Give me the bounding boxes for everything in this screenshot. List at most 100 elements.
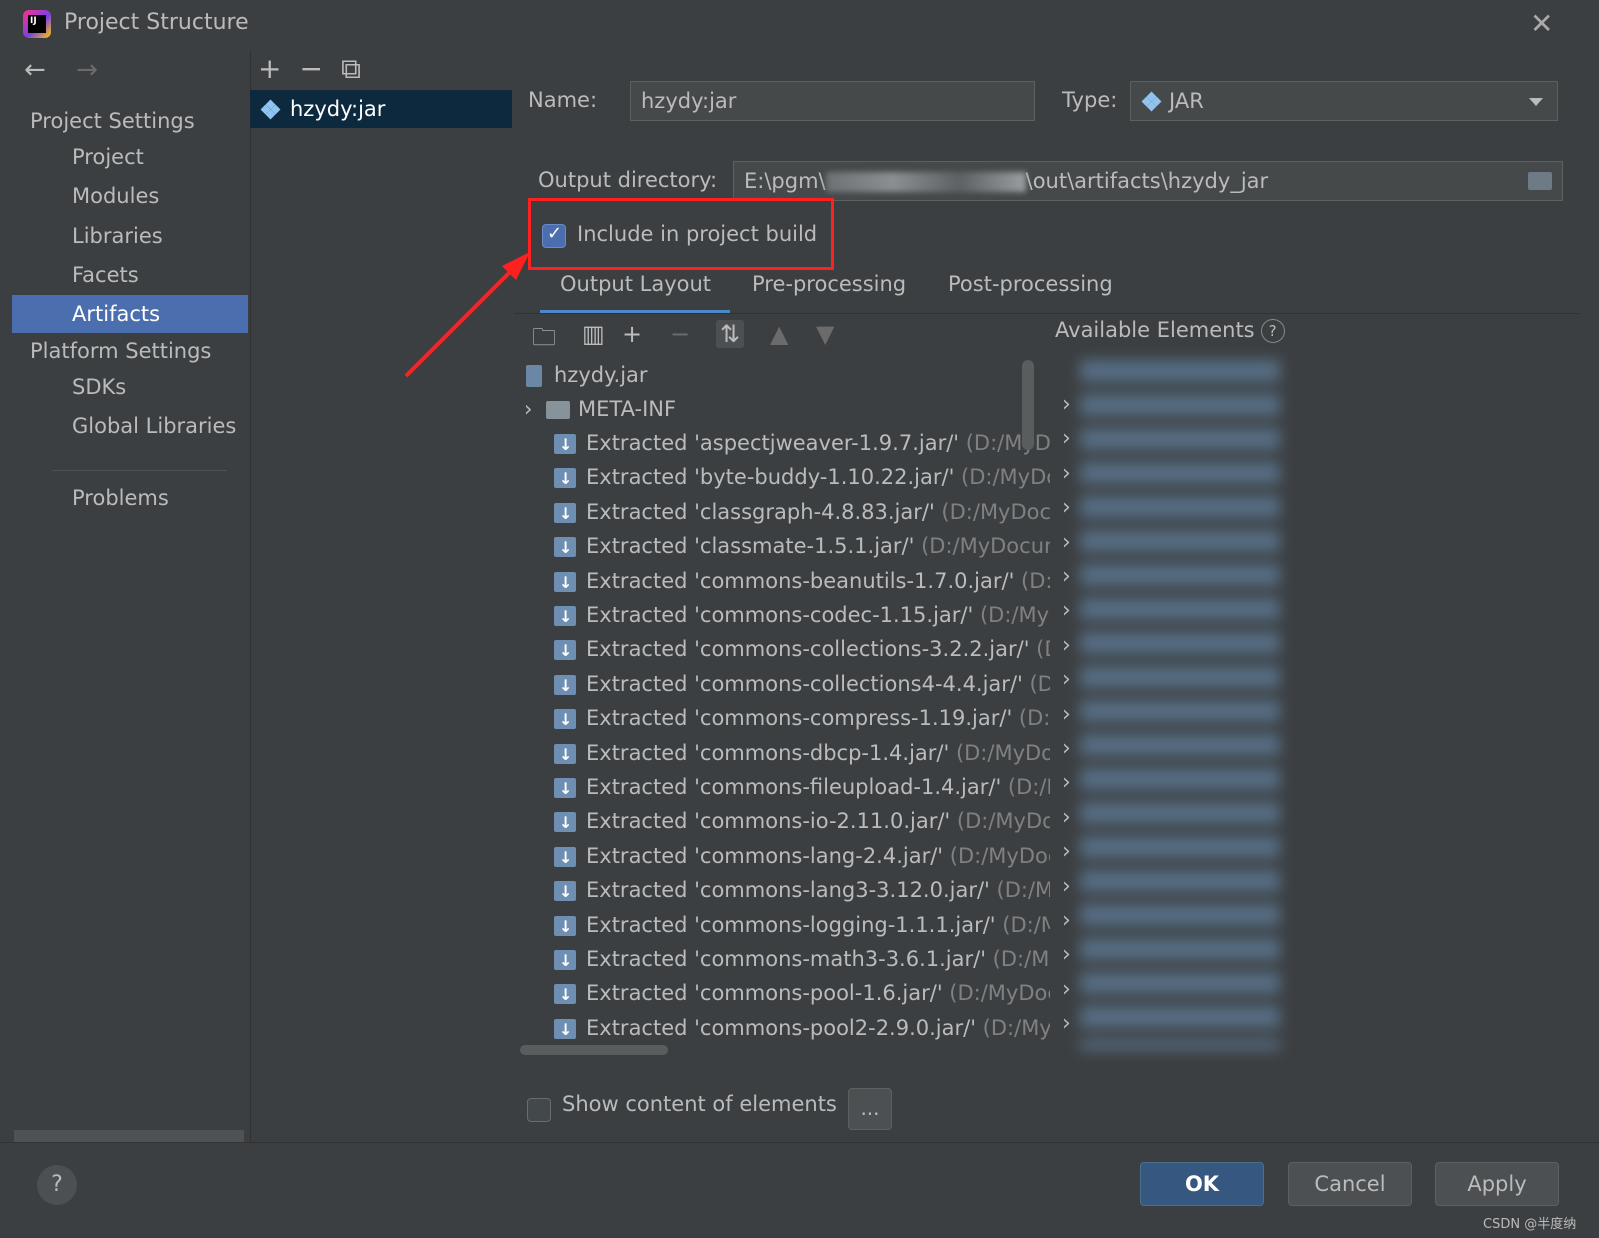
artifact-item-hzydy-jar[interactable]: hzydy:jar [250,90,512,128]
tree-row[interactable]: Extracted 'commons-io-2.11.0.jar/' (D:/M… [520,804,1050,840]
sidebar-item-artifacts[interactable]: Artifacts [12,295,248,333]
sidebar-item-sdks[interactable]: SDKs [12,368,248,406]
tree-row-name: Extracted 'commons-math3-3.6.1.jar/' [586,947,986,971]
tree-row-name: Extracted 'commons-io-2.11.0.jar/' [586,809,951,834]
ok-button[interactable]: OK [1140,1162,1264,1206]
tree-horizontal-scrollbar[interactable] [520,1045,668,1055]
output-directory-input[interactable]: E:\pgm\ \out\artifacts\hzydy_jar [733,161,1563,201]
chevron-right-icon[interactable]: › [1062,770,1071,795]
tree-row[interactable]: Extracted 'commons-collections4-4.4.jar/… [520,667,1050,703]
chevron-right-icon[interactable]: › [1062,839,1071,864]
tree-row[interactable]: Extracted 'commons-fileupload-1.4.jar/' … [520,770,1050,806]
sidebar-item-global-libraries[interactable]: Global Libraries [12,407,248,445]
sidebar-item-facets[interactable]: Facets [12,256,248,294]
tree-row[interactable]: Extracted 'byte-buddy-1.10.22.jar/' (D:/… [520,460,1050,496]
add-copy-icon[interactable]: + [622,320,642,348]
move-down-icon[interactable]: ▼ [816,320,834,348]
type-select[interactable]: JAR [1130,81,1558,121]
apply-button[interactable]: Apply [1435,1162,1559,1206]
tree-row[interactable]: Extracted 'commons-codec-1.15.jar/' (D:/… [520,598,1050,634]
tab-post-processing[interactable]: Post-processing [948,272,1113,296]
chevron-right-icon[interactable]: › [1062,736,1071,761]
tree-row-name: Extracted 'commons-logging-1.1.1.jar/' [586,912,996,937]
tree-root-row[interactable]: hzydy.jar [520,358,1050,392]
chevron-right-icon[interactable]: › [1062,495,1071,520]
chevron-right-icon[interactable]: › [1062,564,1071,589]
help-button[interactable]: ? [37,1165,77,1205]
tree-scrollbar[interactable] [1022,360,1034,450]
tree-row[interactable]: Extracted 'commons-beanutils-1.7.0.jar/'… [520,564,1050,600]
remove-element-icon[interactable]: − [670,320,690,348]
tree-row[interactable]: Extracted 'commons-compress-1.19.jar/' (… [520,701,1050,737]
artifact-jar-icon [260,99,281,120]
tree-row[interactable]: Extracted 'commons-pool2-2.9.0.jar/' (D:… [520,1011,1050,1047]
chevron-right-icon[interactable]: › [524,392,546,426]
add-icon[interactable]: + [258,52,281,85]
tab-output-layout[interactable]: Output Layout [560,272,711,296]
forward-arrow-icon[interactable]: → [76,55,98,85]
extracted-jar-icon [554,1013,576,1047]
tab-pre-processing[interactable]: Pre-processing [752,272,906,296]
extracted-jar-icon [554,841,576,875]
more-options-button[interactable]: ... [848,1088,892,1130]
chevron-right-icon[interactable]: › [1062,1011,1071,1036]
chevron-right-icon[interactable]: › [1062,598,1071,623]
folder-browse-icon[interactable] [1528,172,1552,190]
show-content-checkbox[interactable] [527,1098,551,1122]
move-up-icon[interactable]: ▲ [770,320,788,348]
chevron-right-icon[interactable]: › [1062,702,1071,727]
tree-row-name: Extracted 'commons-fileupload-1.4.jar/' [586,775,1002,799]
new-directory-icon[interactable]: 🗀 [532,320,556,361]
chevron-right-icon[interactable]: › [1062,977,1071,1002]
chevron-right-icon[interactable]: › [1062,908,1071,933]
extracted-jar-icon [554,738,576,772]
create-archive-icon[interactable]: ▥ [582,320,605,348]
chevron-down-icon [1529,98,1543,106]
extracted-jar-icon [554,566,576,600]
remove-icon[interactable]: − [299,52,322,85]
chevron-right-icon[interactable]: › [1062,392,1071,417]
tree-row[interactable]: Extracted 'commons-math3-3.6.1.jar/' (D:… [520,942,1050,978]
chevron-right-icon[interactable]: › [1062,667,1071,692]
sidebar-item-project[interactable]: Project [12,138,248,176]
tree-row-path: (D:/MyDoc [943,843,1050,868]
back-arrow-icon[interactable]: ← [24,55,46,85]
tree-row[interactable]: Extracted 'commons-collections-3.2.2.jar… [520,632,1050,668]
extracted-jar-icon [554,944,576,978]
copy-icon[interactable]: ⧉ [341,52,361,86]
title-bar: Project Structure ✕ [0,0,1599,50]
chevron-right-icon[interactable]: › [1062,530,1071,555]
tree-row[interactable]: Extracted 'classgraph-4.8.83.jar/' (D:/M… [520,495,1050,531]
chevron-right-icon[interactable]: › [1062,461,1071,486]
chevron-right-icon[interactable]: › [1062,426,1071,451]
chevron-right-icon[interactable]: › [1062,874,1071,899]
tree-row-path: (D:/ [1029,671,1050,696]
sidebar-item-modules[interactable]: Modules [12,177,248,215]
chevron-right-icon[interactable]: › [1062,633,1071,658]
cancel-button[interactable]: Cancel [1288,1162,1412,1206]
close-icon[interactable]: ✕ [1530,10,1553,38]
tree-row[interactable]: Extracted 'classmate-1.5.1.jar/' (D:/MyD… [520,529,1050,565]
sidebar-item-libraries[interactable]: Libraries [12,217,248,255]
tree-row[interactable]: Extracted 'commons-lang-2.4.jar/' (D:/My… [520,839,1050,875]
sidebar-item-problems[interactable]: Problems [12,479,248,517]
tree-row[interactable]: Extracted 'commons-logging-1.1.1.jar/' (… [520,908,1050,944]
chevron-right-icon[interactable]: › [1062,805,1071,830]
sidebar-scrollbar[interactable] [14,1130,244,1142]
chevron-right-icon[interactable]: › [1062,942,1071,967]
tree-row[interactable]: Extracted 'commons-lang3-3.12.0.jar/' (D… [520,873,1050,909]
name-input[interactable]: hzydy:jar [630,81,1035,121]
tree-row-name: Extracted 'commons-dbcp-1.4.jar/' [586,740,950,765]
sort-icon[interactable]: ⇅ [716,320,745,348]
tree-root-label: hzydy.jar [554,363,648,387]
extracted-jar-icon [554,497,576,531]
artifact-item-label: hzydy:jar [290,97,386,121]
include-in-build-checkbox[interactable] [542,223,566,248]
tree-row[interactable]: Extracted 'commons-dbcp-1.4.jar/' (D:/My… [520,736,1050,772]
tree-row-name: Extracted 'classmate-1.5.1.jar/' [586,534,915,559]
help-icon[interactable]: ? [1260,319,1285,343]
tree-row-name: Extracted 'commons-compress-1.19.jar/' [586,706,1013,731]
tree-row[interactable]: Extracted 'aspectjweaver-1.9.7.jar/' (D:… [520,426,1050,462]
tree-meta-inf-row[interactable]: › META-INF [520,392,1050,426]
tree-row[interactable]: Extracted 'commons-pool-1.6.jar/' (D:/My… [520,976,1050,1012]
